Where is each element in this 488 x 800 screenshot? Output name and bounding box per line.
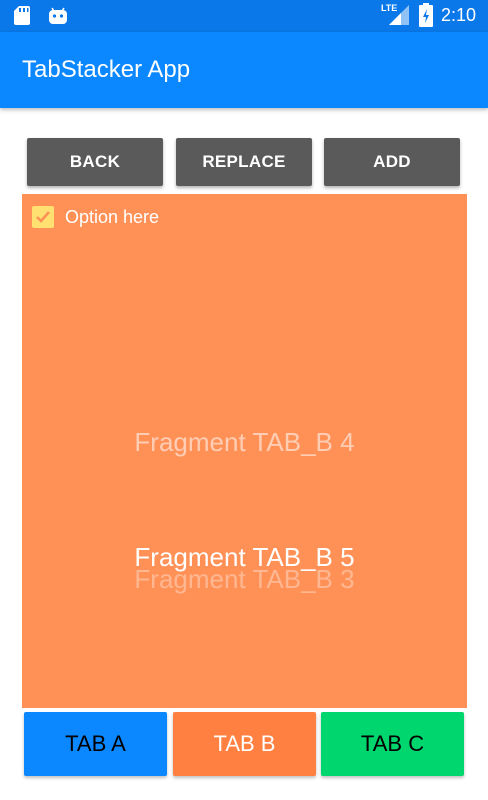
tab-b-button[interactable]: TAB B (173, 712, 316, 776)
sd-card-icon (14, 6, 30, 25)
option-checkbox-row[interactable]: Option here (32, 206, 159, 228)
fragment-container: Option here Fragment TAB_B 4 Fragment TA… (22, 194, 467, 708)
checkmark-icon (36, 211, 50, 223)
back-button[interactable]: BACK (27, 138, 163, 186)
app-bar: TabStacker App (0, 32, 488, 108)
status-bar: LTE 2:10 (0, 0, 488, 32)
option-checkbox[interactable] (32, 206, 54, 228)
battery-icon (418, 3, 433, 27)
app-title: TabStacker App (22, 56, 191, 83)
tab-a-button[interactable]: TAB A (24, 712, 167, 776)
lte-signal-icon: LTE (381, 3, 411, 27)
add-button[interactable]: ADD (324, 138, 460, 186)
status-time: 2:10 (440, 4, 476, 25)
tab-c-button[interactable]: TAB C (321, 712, 464, 776)
option-checkbox-label: Option here (65, 206, 160, 227)
fragment-label-5: Fragment TAB_B 5 (134, 542, 355, 572)
replace-button[interactable]: REPLACE (176, 138, 312, 186)
fragment-label-4: Fragment TAB_B 4 (134, 427, 355, 457)
android-icon (49, 7, 67, 24)
